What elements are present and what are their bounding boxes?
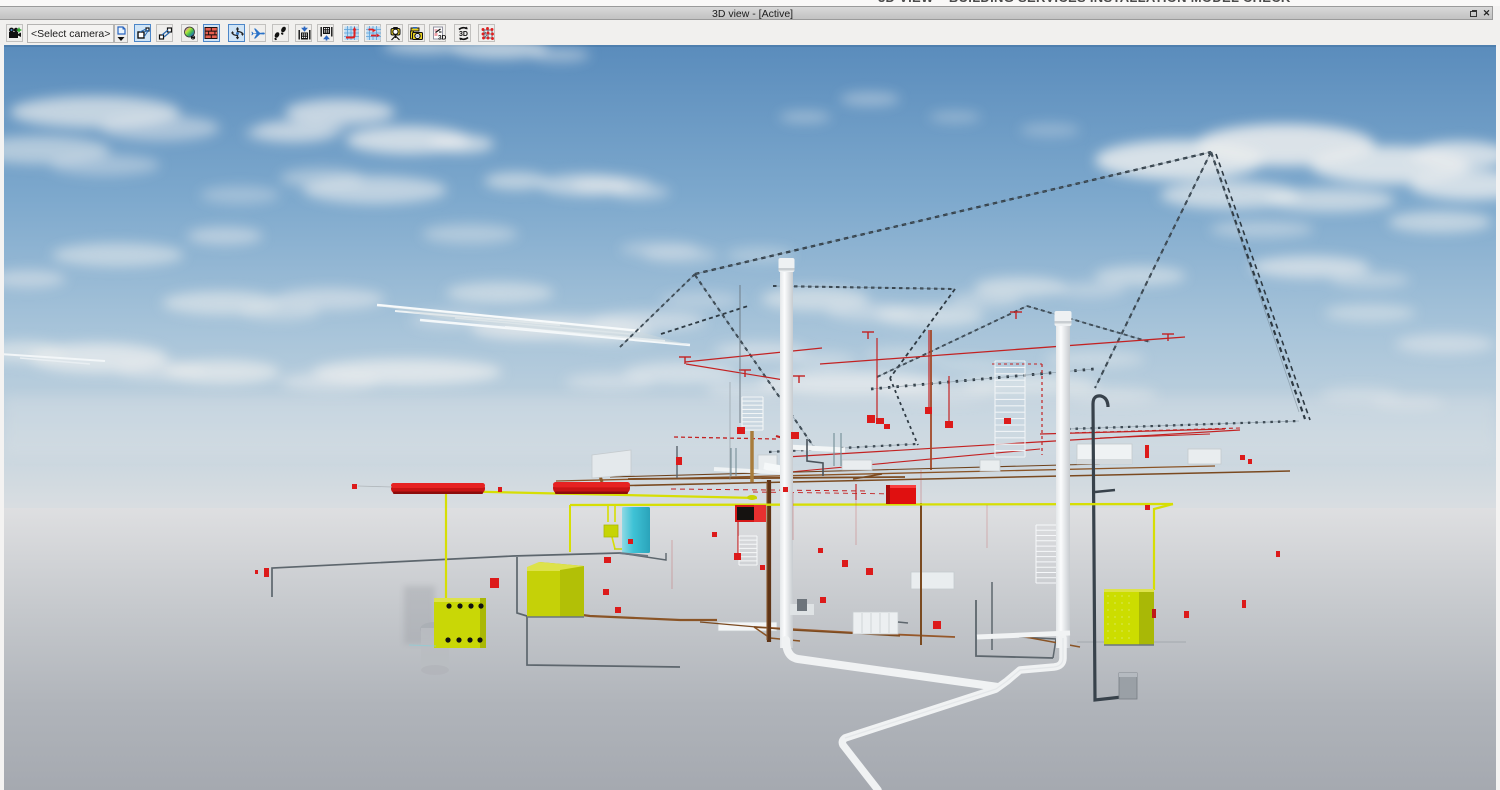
- svg-text:3D: 3D: [459, 31, 468, 38]
- svg-text:3D: 3D: [438, 35, 446, 42]
